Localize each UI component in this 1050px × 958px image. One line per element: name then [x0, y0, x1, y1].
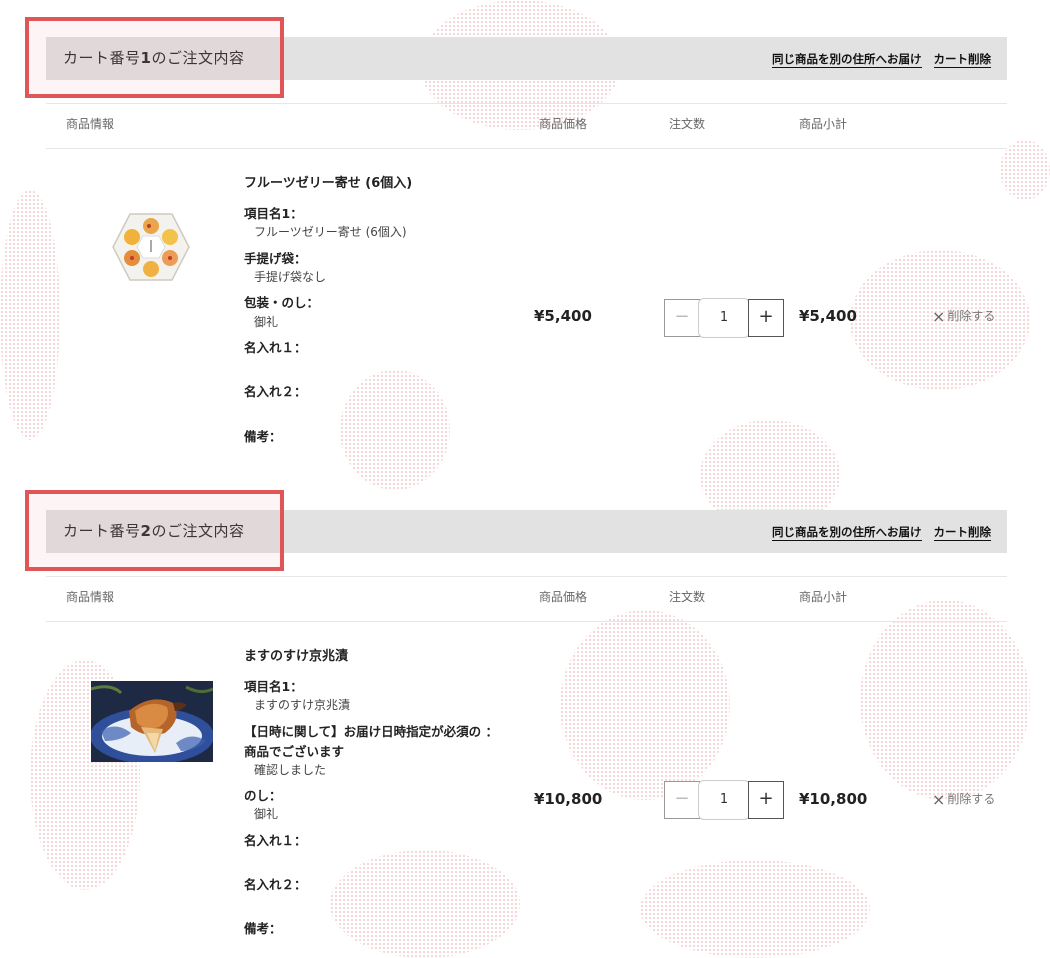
column-product-info: 商品情報 [66, 590, 115, 604]
option-label: 包装・のし： [244, 295, 320, 310]
option-label: 名入れ１： [244, 833, 307, 848]
quantity-stepper: − 1 + [664, 298, 784, 338]
option-label: 備考： [244, 429, 282, 444]
cart-header: カート番号2のご注文内容 同じ商品を別の住所へお届け カート削除 [46, 510, 1007, 553]
column-quantity: 注文数 [669, 590, 706, 604]
option-label: 名入れ２： [244, 877, 307, 892]
column-subtotal: 商品小計 [799, 117, 848, 131]
column-header-row: 商品情報 商品価格 注文数 商品小計 [46, 576, 1007, 622]
delete-item-button[interactable]: × 削除する [932, 307, 995, 326]
option-value: 御礼 [254, 807, 279, 821]
cart-number: 2 [140, 522, 152, 540]
close-icon: × [932, 307, 946, 326]
cart-actions: 同じ商品を別の住所へお届け カート削除 [760, 524, 991, 541]
option-value: 御礼 [254, 315, 279, 329]
option-label: 手提げ袋： [244, 251, 307, 266]
column-quantity: 注文数 [669, 117, 706, 131]
column-price: 商品価格 [539, 590, 588, 604]
product-price: ¥10,800 [534, 790, 603, 808]
quantity-input[interactable]: 1 [698, 298, 750, 338]
delete-item-label: 削除する [947, 309, 996, 323]
cart-number: 1 [140, 49, 152, 67]
product-name: フルーツゼリー寄せ (6個入) [244, 176, 413, 191]
product-price: ¥5,400 [534, 307, 592, 325]
option-value: ますのすけ京兆漬 [254, 698, 351, 712]
quantity-increase-button[interactable]: + [748, 781, 784, 819]
option-label: 商品でございます [244, 744, 345, 759]
option-label: 名入れ２： [244, 384, 307, 399]
quantity-decrease-button[interactable]: − [664, 299, 700, 337]
option-value: フルーツゼリー寄せ (6個入) [254, 225, 407, 239]
close-icon: × [932, 790, 946, 809]
quantity-decrease-button[interactable]: − [664, 781, 700, 819]
cart-title-prefix: カート番号 [63, 49, 141, 67]
quantity-increase-button[interactable]: + [748, 299, 784, 337]
option-label: 【日時に関して】お届け日時指定が必須の ： [244, 724, 498, 739]
product-image [90, 681, 214, 764]
cart-header: カート番号1のご注文内容 同じ商品を別の住所へお届け カート削除 [46, 37, 1007, 80]
ship-to-other-address-link[interactable]: 同じ商品を別の住所へお届け [772, 52, 922, 68]
delete-item-button[interactable]: × 削除する [932, 790, 995, 809]
cart-title-suffix: のご注文内容 [151, 522, 245, 540]
cart-title: カート番号2のご注文内容 [63, 510, 244, 553]
option-value: 確認しました [254, 763, 327, 777]
option-value: 手提げ袋なし [254, 270, 327, 284]
option-label: のし： [244, 788, 282, 803]
cart-section-1: カート番号1のご注文内容 同じ商品を別の住所へお届け カート削除 商品情報 商品価… [46, 37, 1007, 457]
option-label: 項目名1： [244, 206, 303, 221]
delete-cart-link[interactable]: カート削除 [933, 525, 991, 541]
option-label: 備考： [244, 921, 282, 936]
column-header-row: 商品情報 商品価格 注文数 商品小計 [46, 103, 1007, 149]
column-price: 商品価格 [539, 117, 588, 131]
product-subtotal: ¥10,800 [799, 790, 868, 808]
cart-title: カート番号1のご注文内容 [63, 37, 244, 80]
delete-item-label: 削除する [947, 792, 996, 806]
cart-title-prefix: カート番号 [63, 522, 141, 540]
cart-title-suffix: のご注文内容 [151, 49, 245, 67]
cart-actions: 同じ商品を別の住所へお届け カート削除 [760, 51, 991, 68]
product-subtotal: ¥5,400 [799, 307, 857, 325]
ship-to-other-address-link[interactable]: 同じ商品を別の住所へお届け [772, 525, 922, 541]
product-name: ますのすけ京兆漬 [244, 649, 349, 664]
background-pattern [1000, 140, 1050, 200]
quantity-stepper: − 1 + [664, 780, 784, 820]
column-subtotal: 商品小計 [799, 590, 848, 604]
option-label: 名入れ１： [244, 340, 307, 355]
quantity-input[interactable]: 1 [698, 780, 750, 820]
cart-section-2: カート番号2のご注文内容 同じ商品を別の住所へお届け カート削除 商品情報 商品価… [46, 510, 1007, 958]
option-label: 項目名1： [244, 679, 303, 694]
delete-cart-link[interactable]: カート削除 [933, 52, 991, 68]
product-image [112, 212, 190, 282]
column-product-info: 商品情報 [66, 117, 115, 131]
